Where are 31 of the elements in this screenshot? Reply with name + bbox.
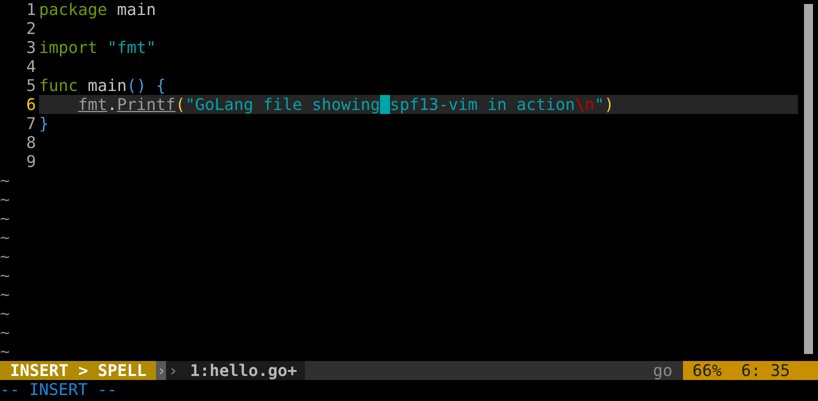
line-number: 3 xyxy=(25,38,37,57)
line-number: 2 xyxy=(25,19,37,38)
code-line: fmt.Printf("GoLang file showing spf13-vim in action\n") xyxy=(78,95,614,114)
line-number: 8 xyxy=(25,133,37,152)
command-line-text: -- INSERT -- xyxy=(0,380,117,399)
mode-indicator: INSERT > SPELL xyxy=(0,361,156,380)
empty-line-marker: ~ xyxy=(0,190,10,209)
empty-line-marker: ~ xyxy=(0,247,10,266)
empty-line-marker: ~ xyxy=(0,171,10,190)
empty-line-marker: ~ xyxy=(0,304,10,323)
empty-line-marker: ~ xyxy=(0,342,10,361)
empty-line-marker: ~ xyxy=(0,228,10,247)
separator-glyph: › xyxy=(156,361,166,380)
empty-line-marker: ~ xyxy=(0,323,10,342)
empty-line-marker: ~ xyxy=(0,209,10,228)
line-number: 9 xyxy=(25,152,37,171)
separator-glyph: › xyxy=(166,361,180,380)
line-number: 1 xyxy=(25,0,37,19)
line-number: 6 xyxy=(25,95,37,114)
scrollbar-thumb[interactable] xyxy=(804,4,813,354)
code-line: import "fmt" xyxy=(39,38,156,57)
code-line: } xyxy=(39,114,49,133)
line-number: 5 xyxy=(25,76,37,95)
cursor-position: 66% 6: 35 xyxy=(682,361,818,380)
line-number: 7 xyxy=(25,114,37,133)
empty-line-marker: ~ xyxy=(0,285,10,304)
code-line: func main() { xyxy=(39,76,166,95)
line-number: 4 xyxy=(25,57,37,76)
buffer-name: 1:hello.go+ xyxy=(180,361,306,380)
code-line: package main xyxy=(39,0,156,19)
empty-line-marker: ~ xyxy=(0,266,10,285)
